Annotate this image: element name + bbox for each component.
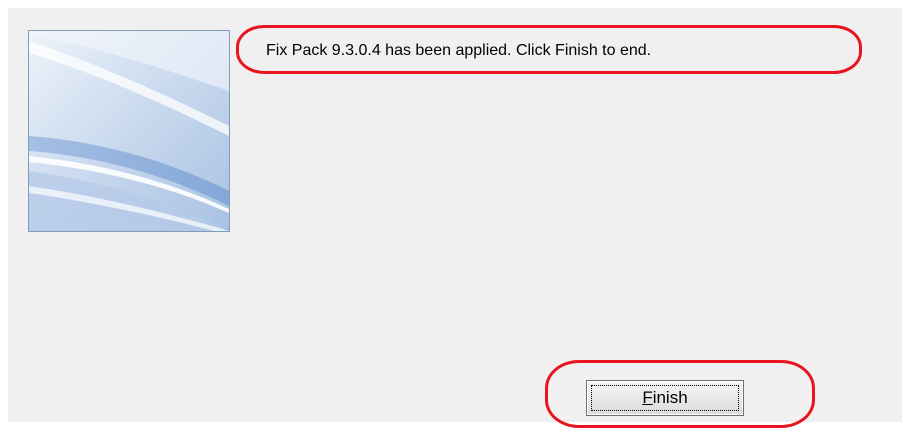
- wave-banner-graphic: [29, 31, 229, 231]
- finish-button[interactable]: Finish: [586, 380, 744, 416]
- wave-banner-image: [28, 30, 230, 232]
- finish-label: inish: [652, 388, 688, 407]
- status-message: Fix Pack 9.3.0.4 has been applied. Click…: [266, 42, 652, 59]
- focus-rectangle: Finish: [591, 385, 739, 411]
- finish-mnemonic: F: [642, 388, 653, 407]
